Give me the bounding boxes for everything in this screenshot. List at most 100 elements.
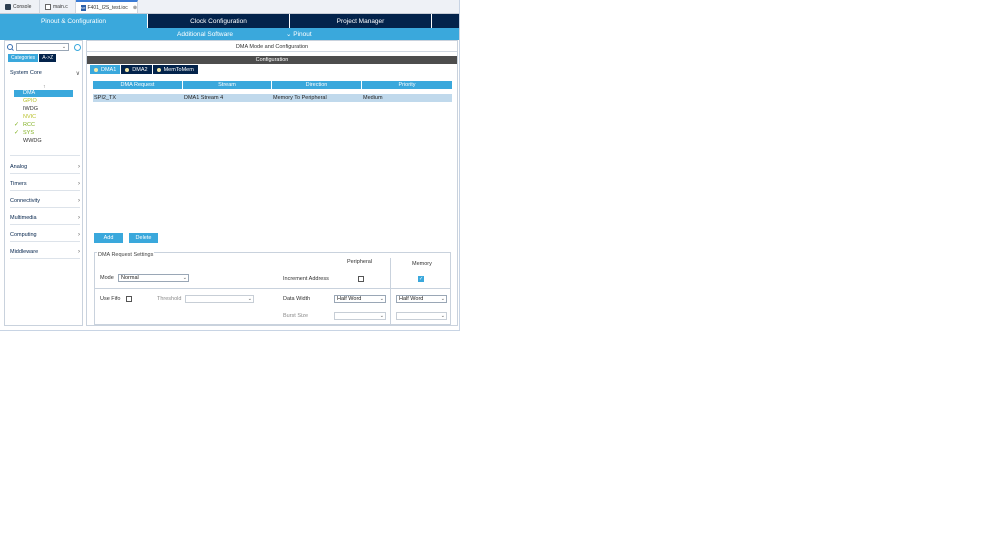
data-width-peripheral-select[interactable]: Half Word ⌄: [334, 295, 386, 303]
burst-size-memory-select[interactable]: ⌄: [396, 312, 447, 320]
section-analog[interactable]: Analog ›: [10, 162, 80, 172]
chevron-down-icon[interactable]: ⌄: [60, 44, 68, 50]
pinout-menu[interactable]: ⌄ Pinout: [286, 30, 312, 38]
section-label: Middleware: [10, 249, 39, 255]
increment-memory-checkbox[interactable]: ✓: [418, 276, 424, 282]
tab-dma1[interactable]: DMA1: [90, 65, 121, 74]
mode-label: Mode: [100, 275, 114, 281]
memory-header: Memory: [412, 261, 432, 267]
check-icon: ✓: [14, 130, 20, 136]
list-item-iwdg[interactable]: IWDG: [23, 106, 38, 113]
item-label: IWDG: [23, 106, 38, 112]
dma-request-settings: DMA Request Settings Peripheral Memory M…: [94, 252, 451, 325]
data-width-peripheral-value: Half Word: [337, 296, 362, 302]
editor-tab-label: main.c: [53, 3, 68, 10]
panel-title: DMA Mode and Configuration: [87, 42, 457, 52]
item-label: GPIO: [23, 98, 37, 104]
increment-address-label: Increment Address: [283, 276, 329, 282]
burst-size-peripheral-select[interactable]: ⌄: [334, 312, 386, 320]
chevron-down-icon: ⌄: [440, 296, 445, 302]
pinout-menu-label: Pinout: [293, 31, 312, 38]
tab-tools[interactable]: [432, 14, 459, 28]
data-width-memory-select[interactable]: Half Word ⌄: [396, 295, 447, 303]
tab-label: DMA2: [132, 66, 148, 73]
divider: [10, 241, 80, 242]
settings-title: DMA Request Settings: [97, 252, 155, 258]
search-row: ⌄: [6, 42, 83, 52]
close-icon[interactable]: ⊗: [133, 5, 137, 11]
editor-tab-console[interactable]: Console: [0, 0, 40, 13]
delete-button[interactable]: Delete: [129, 233, 158, 243]
add-button[interactable]: Add: [94, 233, 123, 243]
chevron-down-icon: ⌄: [379, 296, 384, 302]
editor-tab-label: Console: [13, 3, 32, 10]
ioc-file-icon: MX: [81, 4, 86, 11]
chevron-right-icon: ›: [78, 232, 80, 238]
section-label: Analog: [10, 164, 28, 170]
editor-tab-label: F401_I2S_test.ioc: [87, 4, 128, 11]
tab-a-to-z[interactable]: A->Z: [39, 54, 57, 62]
search-icon: [7, 43, 14, 51]
tab-project-manager[interactable]: Project Manager: [290, 14, 432, 28]
tab-label: DMA1: [101, 66, 117, 73]
section-multimedia[interactable]: Multimedia ›: [10, 213, 80, 223]
data-width-memory-value: Half Word: [399, 296, 424, 302]
column-header-dma-request[interactable]: DMA Request: [93, 81, 182, 89]
divider: [10, 224, 80, 225]
increment-peripheral-checkbox[interactable]: [358, 276, 364, 282]
editor-tab-ioc[interactable]: MX F401_I2S_test.ioc ⊗: [76, 0, 138, 13]
list-item-sys[interactable]: ✓ SYS: [14, 130, 34, 137]
divider: [10, 190, 80, 191]
cell-direction: Memory To Peripheral: [273, 95, 327, 101]
list-item-nvic[interactable]: NVIC: [23, 114, 36, 121]
editor-tab-main-c[interactable]: main.c: [40, 0, 76, 13]
c-file-icon: [45, 3, 51, 10]
list-item-dma[interactable]: DMA: [14, 90, 73, 97]
section-system-core[interactable]: System Core ∨: [10, 68, 80, 78]
tab-clock-configuration[interactable]: Clock Configuration: [148, 14, 290, 28]
gear-icon[interactable]: [74, 43, 81, 51]
divider: [10, 258, 80, 259]
additional-software-link[interactable]: Additional Software: [177, 31, 233, 38]
item-label: WWDG: [23, 138, 42, 144]
section-timers[interactable]: Timers ›: [10, 179, 80, 189]
threshold-select[interactable]: ⌄: [185, 295, 254, 303]
section-computing[interactable]: Computing ›: [10, 230, 80, 240]
category-tabs: Categories A->Z: [8, 54, 57, 62]
section-connectivity[interactable]: Connectivity ›: [10, 196, 80, 206]
categories-panel: ⌄ Categories A->Z System Core ∨ ↑ DMA GP…: [4, 40, 83, 326]
configuration-header: Configuration: [87, 56, 457, 64]
section-label: Timers: [10, 181, 27, 187]
tab-memtomem[interactable]: MemToMem: [152, 65, 198, 74]
chevron-right-icon: ›: [78, 181, 80, 187]
divider: [10, 155, 80, 156]
column-header-priority[interactable]: Priority: [362, 81, 452, 89]
divider: [95, 288, 450, 289]
list-item-wwdg[interactable]: WWDG: [23, 138, 42, 145]
list-item-rcc[interactable]: ✓ RCC: [14, 122, 35, 129]
dma-request-table-header: DMA Request Stream Direction Priority: [93, 81, 452, 89]
use-fifo-checkbox[interactable]: [126, 296, 132, 302]
table-row[interactable]: SPI2_TX DMA1 Stream 4 Memory To Peripher…: [93, 94, 452, 102]
tab-dma2[interactable]: DMA2: [121, 65, 152, 74]
section-label: Computing: [10, 232, 37, 238]
chevron-down-icon: ⌄: [440, 313, 445, 319]
list-item-gpio[interactable]: GPIO: [23, 98, 37, 105]
status-dot-icon: [94, 67, 98, 72]
sub-navigation: Additional Software ⌄ Pinout: [0, 28, 459, 40]
section-middleware[interactable]: Middleware ›: [10, 247, 80, 257]
divider: [10, 207, 80, 208]
mode-select[interactable]: Normal ⌄: [118, 274, 189, 282]
mode-value: Normal: [121, 275, 139, 281]
chevron-right-icon: ›: [78, 198, 80, 204]
cell-priority: Medium: [363, 95, 383, 101]
search-input[interactable]: ⌄: [16, 43, 69, 51]
chevron-down-icon: ∨: [75, 70, 80, 77]
column-header-stream[interactable]: Stream: [183, 81, 271, 89]
tab-categories[interactable]: Categories: [8, 54, 39, 62]
tab-pinout-configuration[interactable]: Pinout & Configuration: [0, 14, 148, 28]
dma-configuration-panel: DMA Mode and Configuration Configuration…: [86, 40, 458, 326]
column-header-direction[interactable]: Direction: [272, 81, 361, 89]
stm32cubemx-window: Console main.c MX F401_I2S_test.ioc ⊗ Pi…: [0, 0, 460, 331]
chevron-right-icon: ›: [78, 215, 80, 221]
